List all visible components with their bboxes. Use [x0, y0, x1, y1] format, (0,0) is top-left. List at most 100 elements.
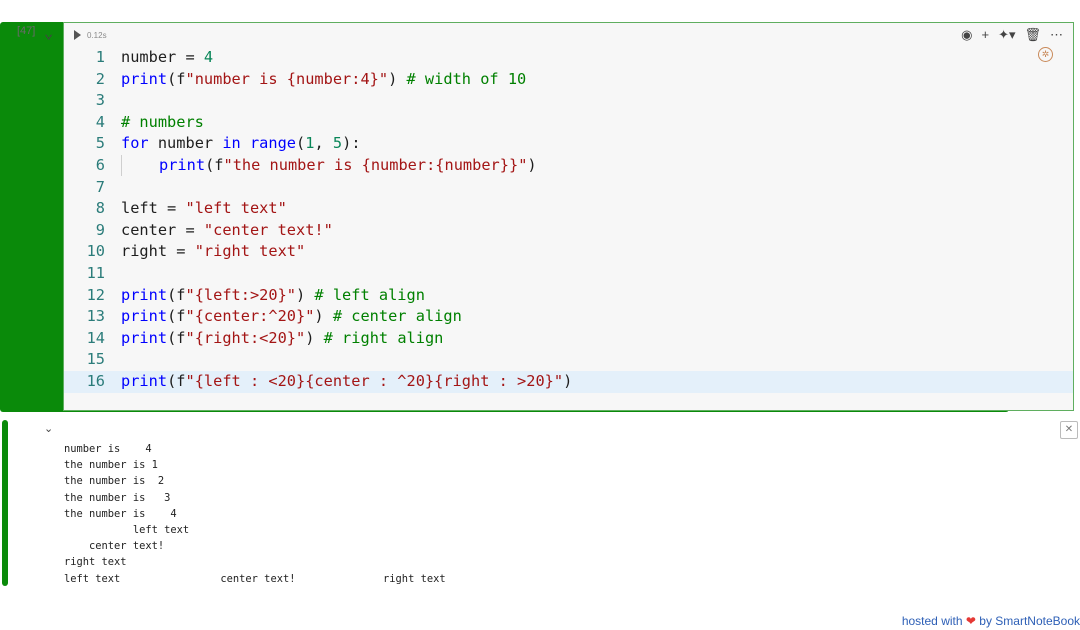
code-line[interactable]: 11 [64, 263, 1073, 285]
code-token: "right text" [194, 242, 306, 261]
code-token: range [249, 134, 297, 153]
run-icon[interactable] [74, 30, 81, 40]
footer-prefix: hosted with [901, 614, 963, 628]
code-token: right [121, 242, 168, 261]
code-line[interactable]: 7 [64, 177, 1073, 199]
code-token: "the number is {number:{number}}" [223, 155, 528, 174]
code-line[interactable]: 9 center = "center text!" [64, 220, 1073, 242]
indent-guide [121, 154, 159, 176]
code-token: ) [527, 155, 537, 174]
code-line[interactable]: 15 [64, 349, 1073, 371]
footer-suffix[interactable]: by SmartNoteBook [979, 614, 1080, 628]
output-line: the number is 3 [64, 491, 171, 504]
code-token: 4 [203, 48, 214, 66]
code-line[interactable]: 12 print(f"{left:>20}") # left align [64, 285, 1073, 307]
code-text: print(f"{center:^20}") # center align [121, 306, 462, 328]
line-number: 14 [86, 328, 105, 347]
line-number: 11 [86, 263, 105, 282]
output-line: the number is 4 [64, 507, 177, 520]
code-token: number [148, 134, 223, 153]
code-token: print [159, 155, 206, 174]
code-line[interactable]: 1 number = 4 [64, 47, 1073, 69]
code-text: print(f"the number is {number:{number}}"… [121, 154, 537, 177]
code-line[interactable]: 5 for number in range(1, 5): [64, 133, 1073, 155]
code-token: 5 [332, 134, 343, 153]
code-line[interactable]: 3 [64, 90, 1073, 112]
plus-icon[interactable]: + [981, 27, 989, 43]
code-token: = [176, 48, 204, 66]
code-token: "{left : <20}{center : ^20}{right : >20}… [185, 371, 564, 390]
code-line[interactable]: 16 print(f"{left : <20}{center : ^20}{rig… [64, 370, 1073, 393]
output-cell-status-bar [2, 420, 8, 586]
code-text: number = 4 [121, 47, 213, 69]
code-token: print [121, 328, 168, 347]
code-token: "{right:<20}" [185, 328, 306, 347]
collapse-output-chevron-icon[interactable]: ⌄ [44, 422, 53, 435]
line-number: 12 [86, 285, 105, 304]
output-line: left text center text! right text [64, 572, 446, 585]
code-token: "center text!" [203, 220, 333, 239]
code-token: , [314, 134, 333, 153]
code-token: = [176, 220, 204, 239]
code-line[interactable]: 10 right = "right text" [64, 241, 1073, 263]
code-token: (f [167, 371, 186, 390]
line-number: 16 [86, 371, 105, 390]
code-text: print(f"{left : <20}{center : ^20}{right… [121, 371, 572, 393]
footer[interactable]: hosted with ❤ by SmartNoteBook [902, 614, 1080, 628]
code-token: # numbers [121, 112, 204, 131]
code-token: "{center:^20}" [185, 307, 315, 326]
code-line[interactable]: 14 print(f"{right:<20}") # right align [64, 328, 1073, 350]
code-text: center = "center text!" [121, 220, 333, 242]
output-line: center text! [64, 540, 165, 553]
code-token: print [121, 307, 168, 326]
output-line: the number is 1 [64, 459, 158, 472]
code-token: = [167, 242, 195, 261]
code-token: ): [342, 134, 361, 153]
code-cell[interactable]: 0.12s ◉ + ✦▾ 🗑 ⋯ ✲ 1 number = 4 2 print(f"n… [63, 22, 1074, 411]
code-text: for number in range(1, 5): [121, 133, 361, 155]
code-line[interactable]: 4 # numbers [64, 112, 1073, 134]
trash-icon[interactable]: 🗑 [1024, 27, 1041, 43]
cell-toolbar: ◉ + ✦▾ 🗑 ⋯ [961, 27, 1063, 43]
output-line: right text [64, 556, 127, 569]
code-token: print [121, 69, 168, 88]
line-number: 9 [95, 220, 105, 239]
code-token: ) [314, 307, 333, 326]
code-token: ( [296, 134, 306, 153]
python-icon[interactable]: ✦▾ [998, 27, 1015, 43]
line-number: 15 [86, 350, 105, 369]
line-number: 4 [95, 112, 105, 131]
code-token: (f [167, 328, 186, 347]
execution-count: [47] [17, 25, 36, 37]
code-token: # left align [314, 285, 425, 304]
code-line[interactable]: 8 left = "left text" [64, 198, 1073, 220]
line-number: 7 [95, 177, 105, 196]
output-line: number is 4 [64, 443, 152, 455]
code-token: ) [563, 371, 573, 390]
output-line: left text [64, 523, 190, 536]
code-token: "left text" [185, 199, 287, 218]
line-number: 3 [95, 91, 105, 110]
execution-time: 0.12s [87, 30, 107, 40]
line-number: 5 [95, 134, 105, 153]
ellipsis-icon[interactable]: ⋯ [1050, 27, 1063, 43]
code-token: "{left:>20}" [185, 285, 296, 304]
run-info: 0.12s [74, 30, 107, 40]
code-line[interactable]: 2 print(f"number is {number:4}") # width … [64, 69, 1073, 91]
code-token: for [121, 134, 149, 153]
code-editor[interactable]: 1 number = 4 2 print(f"number is {number:4}… [64, 47, 1073, 393]
code-token: (f [167, 307, 186, 326]
code-line[interactable]: 6 print(f"the number is {number:{number}}… [64, 154, 1073, 177]
code-token: # right align [323, 328, 444, 347]
line-number: 2 [95, 69, 105, 88]
code-token: "number is {number:4}" [185, 69, 389, 88]
clear-output-icon[interactable]: ✕ [1060, 421, 1078, 439]
code-token: # center align [332, 307, 462, 326]
code-token: ) [388, 69, 407, 88]
code-token: (f [167, 69, 186, 88]
code-token: print [121, 285, 168, 304]
line-number: 10 [86, 242, 105, 261]
code-line[interactable]: 13 print(f"{center:^20}") # center align [64, 306, 1073, 328]
eye-icon[interactable]: ◉ [961, 27, 972, 43]
